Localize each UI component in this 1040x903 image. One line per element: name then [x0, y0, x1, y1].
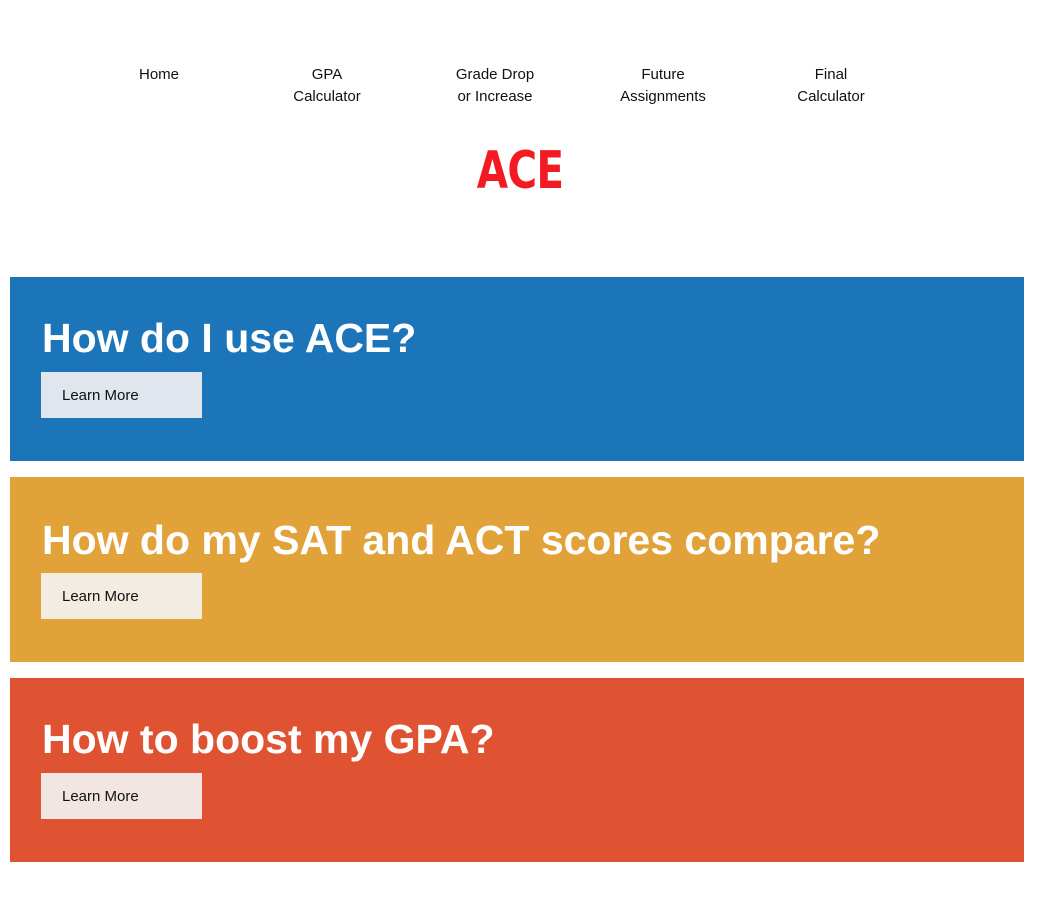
logo[interactable]: ACE: [114, 138, 925, 204]
nav-home-link[interactable]: Home: [75, 64, 243, 86]
card-title: How do my SAT and ACT scores compare?: [42, 517, 881, 563]
nav-grade-drop-link[interactable]: Grade Drop or Increase: [411, 64, 579, 108]
nav-future-assignments-link[interactable]: Future Assignments: [579, 64, 747, 108]
learn-more-button[interactable]: Learn More: [41, 773, 202, 819]
card-boost-gpa: How to boost my GPA? Learn More: [10, 678, 1024, 862]
card-title: How do I use ACE?: [42, 315, 417, 361]
learn-more-button[interactable]: Learn More: [41, 573, 202, 619]
nav-final-calculator-link[interactable]: Final Calculator: [747, 64, 915, 108]
card-sat-act: How do my SAT and ACT scores compare? Le…: [10, 477, 1024, 662]
learn-more-button[interactable]: Learn More: [41, 372, 202, 418]
card-title: How to boost my GPA?: [42, 716, 495, 762]
card-use-ace: How do I use ACE? Learn More: [10, 277, 1024, 461]
nav-gpa-calculator-link[interactable]: GPA Calculator: [243, 64, 411, 108]
main-nav: Home GPA Calculator Grade Drop or Increa…: [75, 64, 915, 108]
